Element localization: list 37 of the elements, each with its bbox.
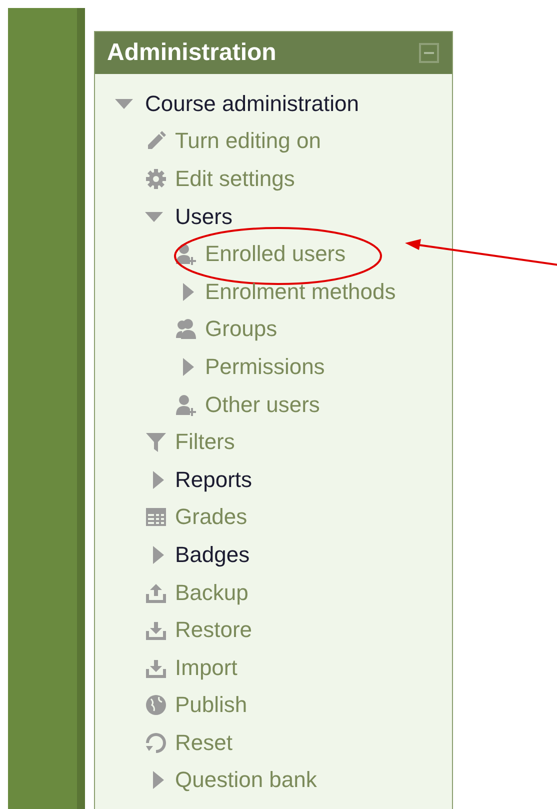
tree-node-label[interactable]: Reports <box>175 466 252 493</box>
menu-link[interactable]: Groups <box>205 316 278 342</box>
tree-node-label[interactable]: Course administration <box>145 90 359 117</box>
reset-icon <box>145 732 167 754</box>
tree-node-label[interactable]: Users <box>175 204 232 230</box>
user-add-icon <box>175 243 197 266</box>
collapse-button[interactable] <box>419 43 439 63</box>
menu-link[interactable]: Filters <box>175 429 235 456</box>
menu-link[interactable]: Turn editing on <box>175 128 321 154</box>
download-icon <box>145 619 167 642</box>
menu-link[interactable]: Backup <box>175 580 248 606</box>
collapsed-caret-icon[interactable] <box>153 771 164 790</box>
collapsed-caret-icon[interactable] <box>183 358 194 376</box>
tree-node-label[interactable]: Enrolment methods <box>205 278 396 305</box>
table-icon <box>145 506 167 528</box>
menu-link[interactable]: Reset <box>175 730 232 756</box>
filter-icon <box>145 431 167 454</box>
collapsed-caret-icon[interactable] <box>183 282 194 301</box>
collapsed-caret-icon[interactable] <box>153 546 164 564</box>
menu-link[interactable]: Edit settings <box>175 166 295 192</box>
tree-node-label[interactable]: Question bank <box>175 767 317 794</box>
menu-link[interactable]: Grades <box>175 504 248 530</box>
tree-node-label[interactable]: Permissions <box>205 354 325 380</box>
users-icon <box>175 318 197 340</box>
menu-link[interactable]: Restore <box>175 617 252 644</box>
upload-icon <box>145 582 167 604</box>
collapsed-caret-icon[interactable] <box>153 470 164 489</box>
user-add-icon <box>175 394 197 416</box>
menu-link[interactable]: Import <box>175 654 238 681</box>
gear-icon <box>145 168 167 190</box>
expanded-caret-icon[interactable] <box>115 98 133 109</box>
menu-link[interactable]: Publish <box>175 692 248 718</box>
globe-icon <box>145 694 167 716</box>
block-title: Administration <box>107 39 276 67</box>
tree-node-label[interactable]: Badges <box>175 542 250 568</box>
menu-link[interactable]: Other users <box>205 392 320 418</box>
expanded-caret-icon[interactable] <box>145 212 163 222</box>
